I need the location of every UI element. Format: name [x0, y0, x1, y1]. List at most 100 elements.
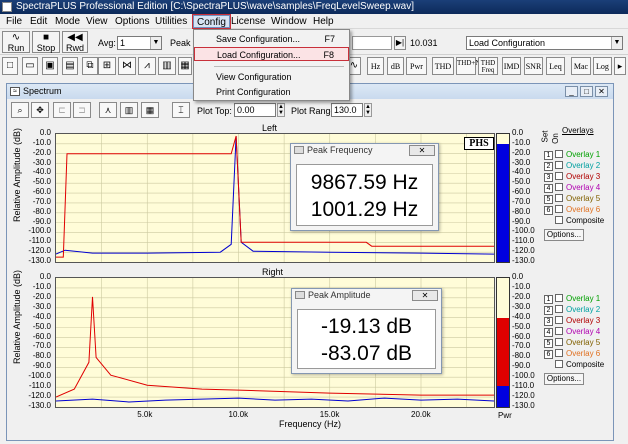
right-overlay-checkbox-2[interactable]: [555, 305, 563, 313]
position-slider[interactable]: [352, 36, 392, 50]
left-overlay-set-button-3[interactable]: 3: [544, 173, 553, 182]
print-configuration-item[interactable]: Print Configuration: [194, 85, 349, 99]
left-overlay-checkbox-2[interactable]: [555, 161, 563, 169]
left-overlay-set-button-6[interactable]: 6: [544, 206, 553, 215]
print-icon[interactable]: ▤: [62, 57, 78, 75]
left-composite-checkbox[interactable]: [555, 216, 563, 224]
right-overlay-row-2[interactable]: 2 Overlay 2: [544, 305, 600, 315]
left-overlay-row-2[interactable]: 2 Overlay 2: [544, 161, 600, 171]
view-configuration-item[interactable]: View Configuration: [194, 70, 349, 84]
save-configuration-item[interactable]: Save Configuration... F7: [194, 32, 349, 46]
left-overlay-checkbox-5[interactable]: [555, 194, 563, 202]
left-overlay-checkbox-4[interactable]: [555, 183, 563, 191]
run-button[interactable]: ∿ Run: [2, 31, 30, 53]
cursor-right-icon[interactable]: ⊐: [73, 102, 91, 118]
plot-top-input[interactable]: 0.00: [234, 103, 276, 117]
menu-mode[interactable]: Mode: [52, 15, 83, 28]
line-graph-icon[interactable]: ⋏: [99, 102, 117, 118]
left-overlay-checkbox-6[interactable]: [555, 205, 563, 213]
right-composite-row[interactable]: Composite: [555, 360, 604, 370]
maximize-icon[interactable]: □: [580, 86, 593, 97]
plot-top-spinner[interactable]: ▲ ▼: [277, 103, 285, 117]
peak-amplitude-window[interactable]: Peak Amplitude ✕ -19.13 dB -83.07 dB: [291, 288, 442, 374]
cursor-left-icon[interactable]: ⊏: [53, 102, 71, 118]
mac-button[interactable]: Mac: [571, 57, 591, 75]
right-overlay-checkbox-5[interactable]: [555, 338, 563, 346]
avg-select[interactable]: 1 ▼: [117, 36, 162, 50]
right-overlay-checkbox-1[interactable]: [555, 294, 563, 302]
pwr-button[interactable]: Pwr: [406, 57, 427, 75]
right-overlay-row-6[interactable]: 6 Overlay 6: [544, 349, 600, 359]
right-composite-checkbox[interactable]: [555, 360, 563, 368]
move-icon[interactable]: ✥: [31, 102, 49, 118]
slope-icon[interactable]: ⩘: [138, 57, 156, 75]
right-overlay-set-button-1[interactable]: 1: [544, 295, 553, 304]
copy-icon[interactable]: ⧉: [82, 57, 98, 75]
peak-frequency-window[interactable]: Peak Frequency ✕ 9867.59 Hz 1001.29 Hz: [290, 143, 439, 231]
save-icon[interactable]: ▣: [42, 57, 58, 75]
imd-button[interactable]: IMD: [502, 57, 521, 75]
left-overlay-row-1[interactable]: 1 Overlay 1: [544, 150, 600, 160]
menu-utilities[interactable]: Utilities: [152, 15, 190, 28]
left-overlay-row-4[interactable]: 4 Overlay 4: [544, 183, 600, 193]
right-overlay-checkbox-3[interactable]: [555, 316, 563, 324]
log-button[interactable]: Log: [593, 57, 612, 75]
new-icon[interactable]: □: [2, 57, 18, 75]
right-overlay-set-button-3[interactable]: 3: [544, 317, 553, 326]
mixer-icon[interactable]: ⋈: [118, 57, 136, 75]
snr-button[interactable]: SNR: [524, 57, 543, 75]
thd-button[interactable]: THD: [432, 57, 454, 75]
menu-options[interactable]: Options: [112, 15, 152, 28]
menu-file[interactable]: File: [3, 15, 25, 28]
left-options-button[interactable]: Options...: [544, 229, 584, 241]
menu-view[interactable]: View: [83, 15, 111, 28]
overflow-icon[interactable]: ▸: [614, 57, 626, 75]
marker-icon[interactable]: ⌶: [172, 102, 190, 118]
right-overlay-row-4[interactable]: 4 Overlay 4: [544, 327, 600, 337]
right-overlay-checkbox-4[interactable]: [555, 327, 563, 335]
load-configuration-item[interactable]: Load Configuration... F8: [194, 47, 349, 61]
close-icon[interactable]: ✕: [412, 290, 438, 301]
menu-edit[interactable]: Edit: [27, 15, 50, 28]
plot-range-spinner[interactable]: ▲ ▼: [364, 103, 372, 117]
menu-license[interactable]: License: [228, 15, 268, 28]
right-overlay-set-button-5[interactable]: 5: [544, 339, 553, 348]
waterfall-icon[interactable]: ▦: [141, 102, 159, 118]
plot-range-input[interactable]: 130.0: [331, 103, 363, 117]
open-icon[interactable]: ▭: [22, 57, 38, 75]
stop-button[interactable]: ■ Stop: [32, 31, 60, 53]
left-overlay-set-button-1[interactable]: 1: [544, 151, 553, 160]
close-icon[interactable]: ✕: [595, 86, 608, 97]
left-overlay-checkbox-3[interactable]: [555, 172, 563, 180]
left-overlay-set-button-2[interactable]: 2: [544, 162, 553, 171]
bars-icon[interactable]: ▥: [158, 57, 176, 75]
menu-config[interactable]: Config: [192, 14, 231, 29]
left-overlay-row-3[interactable]: 3 Overlay 3: [544, 172, 600, 182]
left-composite-row[interactable]: Composite: [555, 216, 604, 226]
hz-button[interactable]: Hz: [367, 57, 384, 75]
analyzer-icon[interactable]: ⊞: [98, 57, 116, 75]
grid-icon[interactable]: ▦: [178, 57, 192, 75]
left-overlay-row-6[interactable]: 6 Overlay 6: [544, 205, 600, 215]
right-overlay-row-1[interactable]: 1 Overlay 1: [544, 294, 600, 304]
right-options-button[interactable]: Options...: [544, 373, 584, 385]
minimize-icon[interactable]: _: [565, 86, 578, 97]
right-overlay-row-5[interactable]: 5 Overlay 5: [544, 338, 600, 348]
right-overlay-checkbox-6[interactable]: [555, 349, 563, 357]
play-position-button[interactable]: ▶|: [394, 36, 406, 50]
left-overlay-row-5[interactable]: 5 Overlay 5: [544, 194, 600, 204]
left-overlay-set-button-5[interactable]: 5: [544, 195, 553, 204]
leq-button[interactable]: Leq: [546, 57, 565, 75]
right-overlay-set-button-2[interactable]: 2: [544, 306, 553, 315]
thd-freq-button[interactable]: THD Freq: [478, 57, 498, 75]
bar-graph-icon[interactable]: ▥: [120, 102, 138, 118]
configuration-select[interactable]: Load Configuration ▼: [466, 36, 623, 50]
rewind-button[interactable]: ◀◀ Rwd: [62, 31, 88, 53]
right-overlay-row-3[interactable]: 3 Overlay 3: [544, 316, 600, 326]
left-overlay-checkbox-1[interactable]: [555, 150, 563, 158]
right-overlay-set-button-6[interactable]: 6: [544, 350, 553, 359]
menu-window[interactable]: Window: [268, 15, 310, 28]
menu-help[interactable]: Help: [310, 15, 337, 28]
left-overlay-set-button-4[interactable]: 4: [544, 184, 553, 193]
right-overlay-set-button-4[interactable]: 4: [544, 328, 553, 337]
